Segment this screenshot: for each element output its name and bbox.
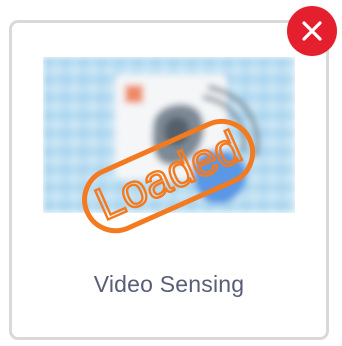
- extension-thumbnail: [43, 57, 295, 213]
- extension-title: Video Sensing: [93, 271, 245, 297]
- extension-picker: Loaded Video Sensing: [0, 0, 342, 346]
- close-icon: [302, 21, 322, 41]
- extension-tile[interactable]: Loaded Video Sensing: [9, 20, 329, 340]
- remove-extension-button[interactable]: [287, 6, 337, 56]
